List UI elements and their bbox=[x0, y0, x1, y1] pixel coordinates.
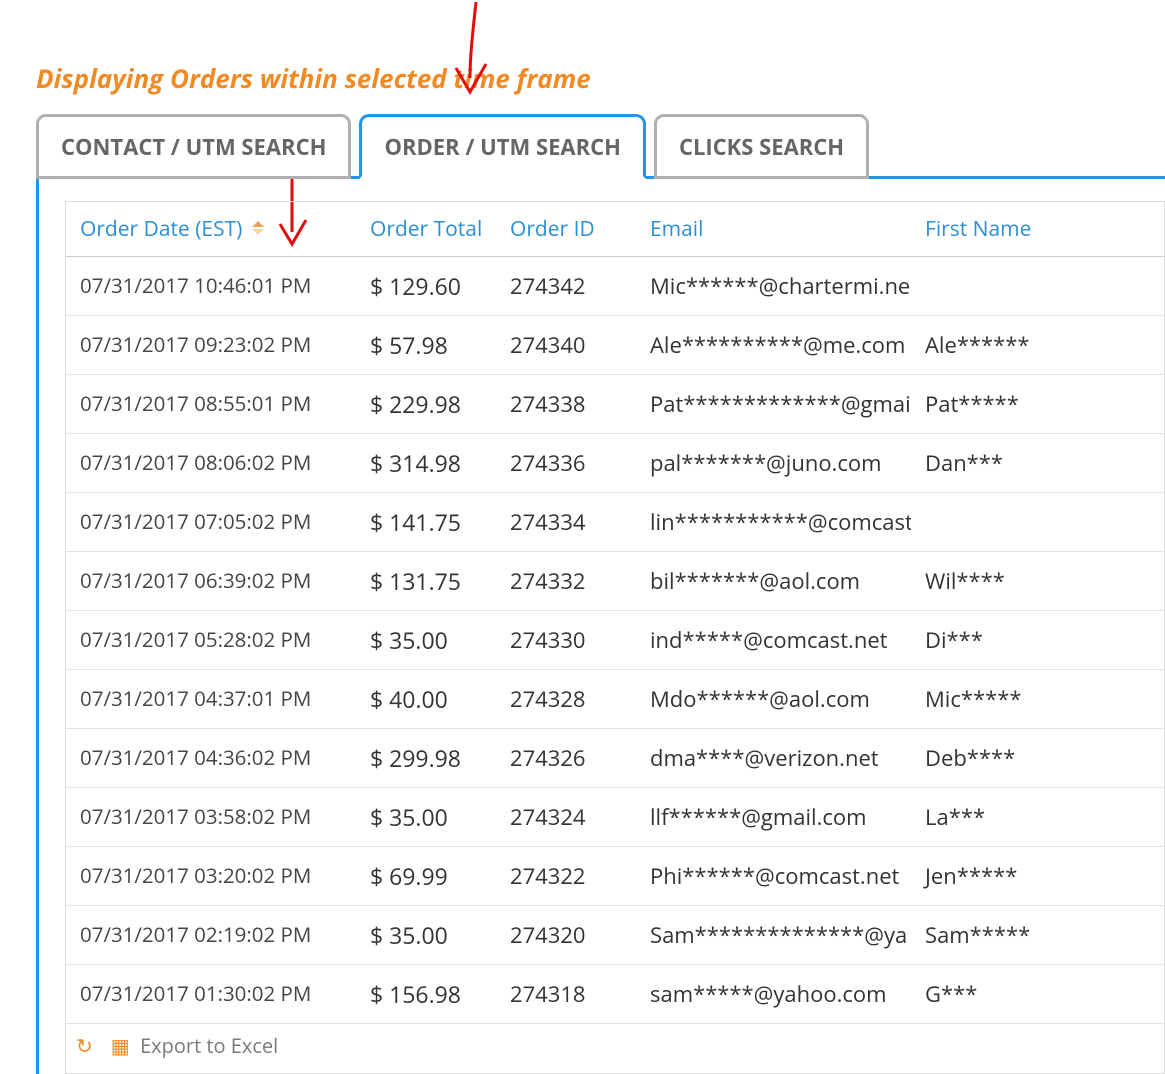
cell-first-name: Pat***** bbox=[911, 375, 1165, 434]
cell-order-date: 07/31/2017 08:06:02 PM bbox=[66, 434, 356, 493]
cell-order-id: 274328 bbox=[496, 670, 636, 729]
table-row[interactable]: 07/31/2017 09:23:02 PM$ 57.98274340Ale**… bbox=[66, 316, 1165, 375]
cell-email: dma****@verizon.net bbox=[636, 729, 911, 788]
cell-order-id: 274338 bbox=[496, 375, 636, 434]
table-row[interactable]: 07/31/2017 06:39:02 PM$ 131.75274332bil*… bbox=[66, 552, 1165, 611]
cell-email: Ale**********@me.com bbox=[636, 316, 911, 375]
cell-order-total: $ 57.98 bbox=[356, 316, 496, 375]
table-row[interactable]: 07/31/2017 08:55:01 PM$ 229.98274338Pat*… bbox=[66, 375, 1165, 434]
table-row[interactable]: 07/31/2017 04:36:02 PM$ 299.98274326dma*… bbox=[66, 729, 1165, 788]
col-order-date-label: Order Date (EST) bbox=[80, 215, 242, 243]
cell-order-id: 274340 bbox=[496, 316, 636, 375]
cell-first-name: Sam***** bbox=[911, 906, 1165, 965]
table-row[interactable]: 07/31/2017 10:46:01 PM$ 129.60274342Mic*… bbox=[66, 257, 1165, 316]
tab-order-utm-search[interactable]: ORDER / UTM SEARCH bbox=[359, 114, 646, 179]
tabs-row: CONTACT / UTM SEARCH ORDER / UTM SEARCH … bbox=[36, 114, 1165, 179]
cell-email: pal*******@juno.com bbox=[636, 434, 911, 493]
cell-order-id: 274332 bbox=[496, 552, 636, 611]
cell-email: lin***********@comcast bbox=[636, 493, 911, 552]
cell-first-name: Ale****** bbox=[911, 316, 1165, 375]
tab-clicks-search[interactable]: CLICKS SEARCH bbox=[654, 114, 869, 179]
cell-order-date: 07/31/2017 04:36:02 PM bbox=[66, 729, 356, 788]
cell-order-total: $ 131.75 bbox=[356, 552, 496, 611]
cell-email: llf******@gmail.com bbox=[636, 788, 911, 847]
cell-order-date: 07/31/2017 08:55:01 PM bbox=[66, 375, 356, 434]
cell-first-name: La*** bbox=[911, 788, 1165, 847]
page-title: Displaying Orders within selected time f… bbox=[36, 60, 1165, 96]
cell-order-date: 07/31/2017 05:28:02 PM bbox=[66, 611, 356, 670]
cell-order-id: 274320 bbox=[496, 906, 636, 965]
cell-order-id: 274342 bbox=[496, 257, 636, 316]
table-row[interactable]: 07/31/2017 04:37:01 PM$ 40.00274328Mdo**… bbox=[66, 670, 1165, 729]
cell-order-date: 07/31/2017 01:30:02 PM bbox=[66, 965, 356, 1024]
cell-order-id: 274336 bbox=[496, 434, 636, 493]
table-row[interactable]: 07/31/2017 07:05:02 PM$ 141.75274334lin*… bbox=[66, 493, 1165, 552]
cell-order-id: 274334 bbox=[496, 493, 636, 552]
excel-icon: ▦ bbox=[111, 1032, 130, 1059]
cell-email: sam*****@yahoo.com bbox=[636, 965, 911, 1024]
cell-order-id: 274326 bbox=[496, 729, 636, 788]
table-row[interactable]: 07/31/2017 01:30:02 PM$ 156.98274318sam*… bbox=[66, 965, 1165, 1024]
cell-order-id: 274318 bbox=[496, 965, 636, 1024]
export-label: Export to Excel bbox=[140, 1032, 278, 1059]
cell-order-date: 07/31/2017 03:58:02 PM bbox=[66, 788, 356, 847]
cell-order-date: 07/31/2017 07:05:02 PM bbox=[66, 493, 356, 552]
export-row: ↻ ▦ Export to Excel bbox=[66, 1024, 1164, 1073]
table-row[interactable]: 07/31/2017 03:58:02 PM$ 35.00274324llf**… bbox=[66, 788, 1165, 847]
cell-first-name: Jen***** bbox=[911, 847, 1165, 906]
cell-order-id: 274330 bbox=[496, 611, 636, 670]
cell-order-date: 07/31/2017 10:46:01 PM bbox=[66, 257, 356, 316]
cell-order-total: $ 229.98 bbox=[356, 375, 496, 434]
col-email[interactable]: Email bbox=[636, 202, 911, 257]
cell-order-total: $ 299.98 bbox=[356, 729, 496, 788]
cell-first-name bbox=[911, 493, 1165, 552]
cell-email: Phi******@comcast.net bbox=[636, 847, 911, 906]
cell-order-total: $ 69.99 bbox=[356, 847, 496, 906]
cell-order-total: $ 156.98 bbox=[356, 965, 496, 1024]
cell-order-total: $ 35.00 bbox=[356, 788, 496, 847]
orders-table: Order Date (EST) Order Total Order ID Em… bbox=[66, 202, 1165, 1024]
cell-email: ind*****@comcast.net bbox=[636, 611, 911, 670]
cell-first-name: Mic***** bbox=[911, 670, 1165, 729]
export-to-excel-link[interactable]: ▦ Export to Excel bbox=[111, 1032, 278, 1059]
col-order-date[interactable]: Order Date (EST) bbox=[66, 202, 356, 257]
cell-order-total: $ 129.60 bbox=[356, 257, 496, 316]
tab-content: Order Date (EST) Order Total Order ID Em… bbox=[36, 176, 1165, 1074]
table-row[interactable]: 07/31/2017 05:28:02 PM$ 35.00274330ind**… bbox=[66, 611, 1165, 670]
tab-contact-utm-search[interactable]: CONTACT / UTM SEARCH bbox=[36, 114, 351, 179]
cell-order-id: 274322 bbox=[496, 847, 636, 906]
sort-icon bbox=[250, 221, 268, 239]
cell-order-date: 07/31/2017 04:37:01 PM bbox=[66, 670, 356, 729]
cell-order-total: $ 40.00 bbox=[356, 670, 496, 729]
cell-order-total: $ 35.00 bbox=[356, 906, 496, 965]
table-row[interactable]: 07/31/2017 08:06:02 PM$ 314.98274336pal*… bbox=[66, 434, 1165, 493]
cell-first-name bbox=[911, 257, 1165, 316]
table-header-row: Order Date (EST) Order Total Order ID Em… bbox=[66, 202, 1165, 257]
cell-email: bil*******@aol.com bbox=[636, 552, 911, 611]
col-first-name[interactable]: First Name bbox=[911, 202, 1165, 257]
cell-order-date: 07/31/2017 02:19:02 PM bbox=[66, 906, 356, 965]
cell-order-total: $ 141.75 bbox=[356, 493, 496, 552]
cell-email: Pat*************@gmai bbox=[636, 375, 911, 434]
table-row[interactable]: 07/31/2017 02:19:02 PM$ 35.00274320Sam**… bbox=[66, 906, 1165, 965]
cell-email: Mdo******@aol.com bbox=[636, 670, 911, 729]
table-row[interactable]: 07/31/2017 03:20:02 PM$ 69.99274322Phi**… bbox=[66, 847, 1165, 906]
cell-first-name: Di*** bbox=[911, 611, 1165, 670]
cell-order-total: $ 314.98 bbox=[356, 434, 496, 493]
cell-first-name: Wil**** bbox=[911, 552, 1165, 611]
cell-order-id: 274324 bbox=[496, 788, 636, 847]
cell-order-date: 07/31/2017 09:23:02 PM bbox=[66, 316, 356, 375]
cell-first-name: Deb**** bbox=[911, 729, 1165, 788]
cell-email: Sam**************@ya bbox=[636, 906, 911, 965]
cell-order-total: $ 35.00 bbox=[356, 611, 496, 670]
cell-order-date: 07/31/2017 06:39:02 PM bbox=[66, 552, 356, 611]
col-order-total[interactable]: Order Total bbox=[356, 202, 496, 257]
refresh-icon[interactable]: ↻ bbox=[76, 1032, 93, 1059]
col-order-id[interactable]: Order ID bbox=[496, 202, 636, 257]
cell-first-name: G*** bbox=[911, 965, 1165, 1024]
cell-first-name: Dan*** bbox=[911, 434, 1165, 493]
orders-table-container: Order Date (EST) Order Total Order ID Em… bbox=[65, 201, 1165, 1074]
cell-email: Mic******@chartermi.ne bbox=[636, 257, 911, 316]
cell-order-date: 07/31/2017 03:20:02 PM bbox=[66, 847, 356, 906]
